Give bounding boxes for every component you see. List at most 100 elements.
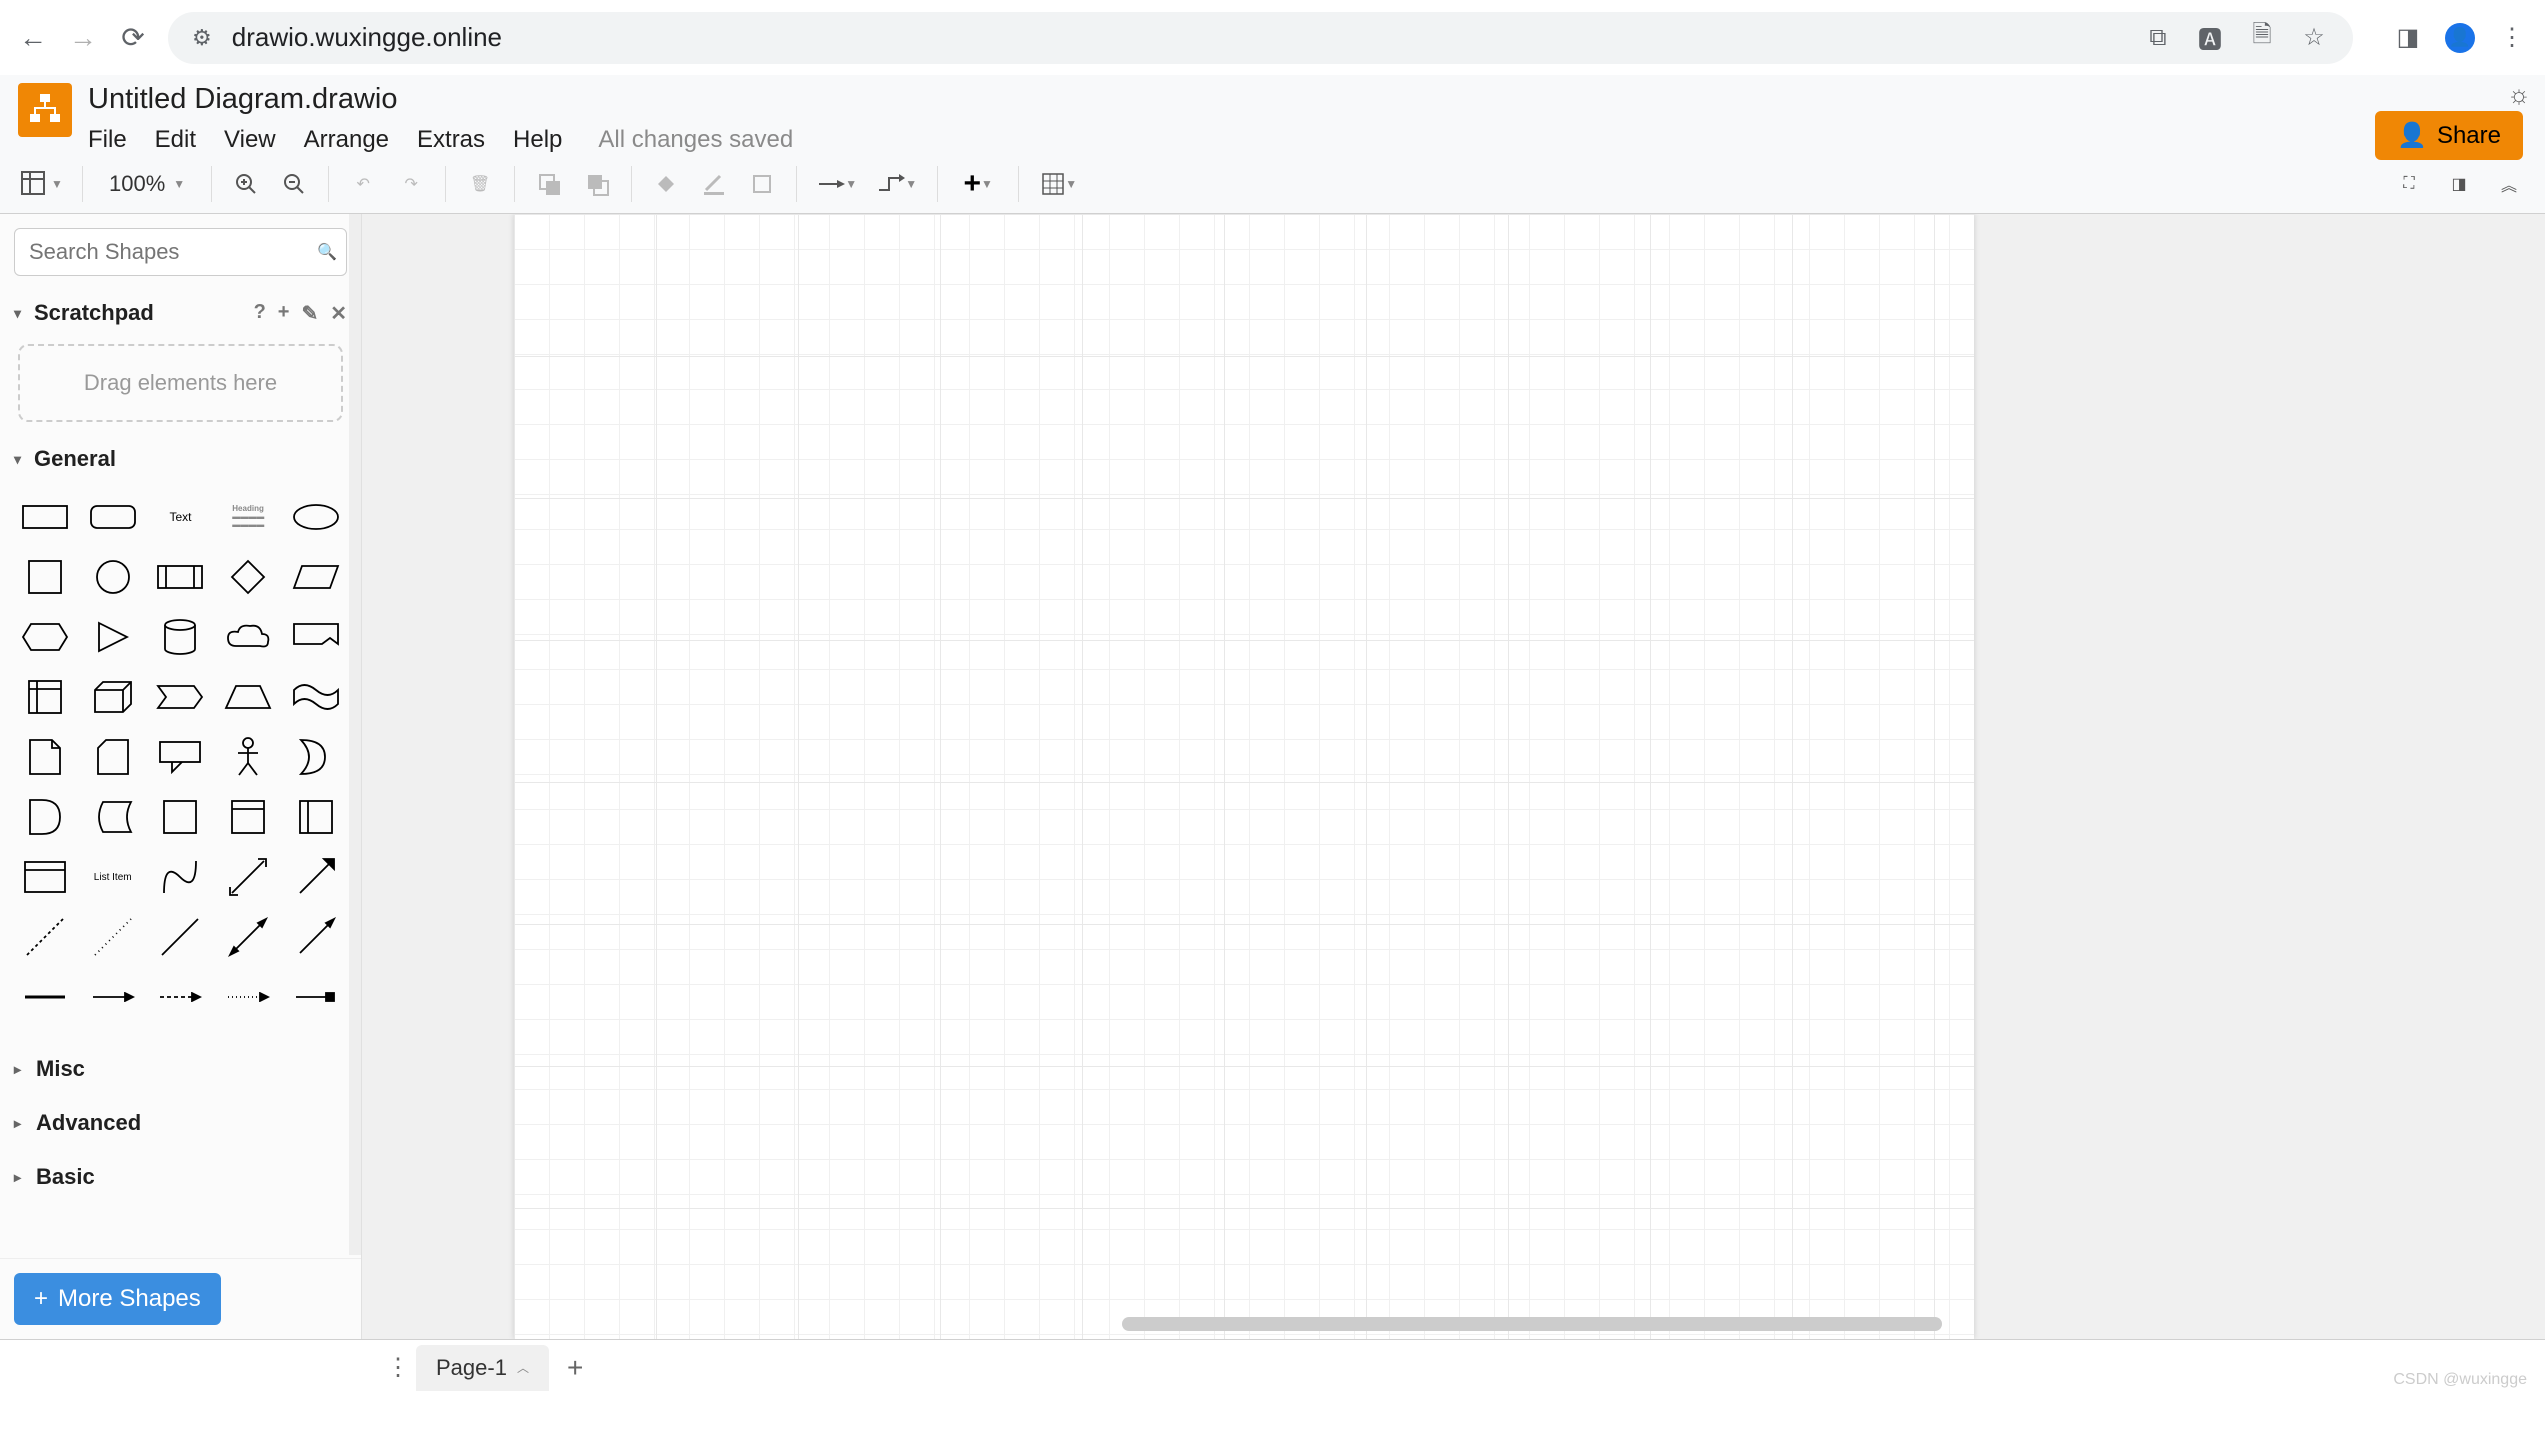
fill-color-button[interactable] (648, 166, 684, 202)
shape-callout[interactable] (150, 730, 212, 784)
fullscreen-button[interactable]: ⛶ (2391, 166, 2427, 202)
document-title[interactable]: Untitled Diagram.drawio (88, 83, 2527, 116)
shape-link-arrow[interactable] (82, 970, 144, 1024)
shape-ellipse[interactable] (285, 490, 347, 544)
shape-directional-connector[interactable] (285, 910, 347, 964)
sidepanel-icon[interactable]: ◨ (2393, 23, 2423, 53)
waypoints-button[interactable]: ▼ (873, 166, 921, 202)
add-icon[interactable]: + (278, 301, 290, 326)
search-input[interactable] (29, 239, 317, 265)
shape-line[interactable] (150, 910, 212, 964)
shape-internal-storage[interactable] (14, 670, 76, 724)
delete-button[interactable]: 🗑 (462, 166, 498, 202)
shape-hexagon[interactable] (14, 610, 76, 664)
collapse-button[interactable]: ︽ (2491, 166, 2527, 202)
search-icon[interactable]: 🔍 (317, 242, 337, 262)
app-logo[interactable] (18, 83, 72, 137)
zoom-out-button[interactable] (276, 166, 312, 202)
zoom-dropdown[interactable]: 100%▼ (99, 171, 195, 197)
shape-card[interactable] (82, 730, 144, 784)
open-external-icon[interactable]: ⧉ (2143, 23, 2173, 53)
shape-triangle[interactable] (82, 610, 144, 664)
shape-list[interactable] (14, 850, 76, 904)
shape-trapezoid[interactable] (217, 670, 279, 724)
menu-view[interactable]: View (224, 126, 276, 154)
format-panel-button[interactable]: ◨ (2441, 166, 2477, 202)
shape-textbox[interactable]: Heading▬▬▬▬▬▬▬▬ (217, 490, 279, 544)
misc-header[interactable]: ▸Misc (0, 1042, 361, 1096)
shape-link[interactable] (14, 970, 76, 1024)
scratchpad-dropzone[interactable]: Drag elements here (18, 344, 343, 422)
pages-menu-icon[interactable]: ⋮ (386, 1353, 410, 1382)
menu-edit[interactable]: Edit (155, 126, 196, 154)
shape-process[interactable] (150, 550, 212, 604)
shape-text[interactable]: Text (150, 490, 212, 544)
shape-list-item[interactable]: List Item (82, 850, 144, 904)
page-tab-1[interactable]: Page-1︿ (416, 1345, 549, 1391)
chevron-up-icon[interactable]: ︿ (517, 1359, 529, 1376)
shape-dashed-line[interactable] (14, 910, 76, 964)
table-button[interactable]: ▼ (1035, 166, 1083, 202)
menu-file[interactable]: File (88, 126, 127, 154)
to-front-button[interactable] (531, 166, 567, 202)
undo-button[interactable]: ↶ (345, 166, 381, 202)
search-shapes-field[interactable]: 🔍 (14, 228, 347, 276)
shape-and[interactable] (14, 790, 76, 844)
shape-note[interactable] (14, 730, 76, 784)
insert-button[interactable]: +▼ (954, 166, 1002, 202)
chrome-menu-icon[interactable]: ⋮ (2497, 23, 2527, 53)
shape-cloud[interactable] (217, 610, 279, 664)
profile-avatar[interactable]: 👤 (2445, 23, 2475, 53)
add-page-button[interactable]: + (567, 1352, 583, 1384)
advanced-header[interactable]: ▸Advanced (0, 1096, 361, 1150)
sidebar-scrollbar[interactable] (349, 214, 361, 1255)
shape-actor[interactable] (217, 730, 279, 784)
zoom-in-button[interactable] (228, 166, 264, 202)
shape-vertical-container[interactable] (217, 790, 279, 844)
shape-tape[interactable] (285, 670, 347, 724)
horizontal-scrollbar[interactable] (1122, 1317, 1942, 1331)
back-button[interactable]: ← (18, 23, 48, 53)
more-shapes-button[interactable]: +More Shapes (14, 1273, 221, 1325)
shape-container[interactable] (150, 790, 212, 844)
reload-button[interactable]: ⟳ (118, 23, 148, 53)
shape-step[interactable] (150, 670, 212, 724)
edit-icon[interactable]: ✎ (301, 301, 318, 326)
shape-rectangle[interactable] (14, 490, 76, 544)
shape-cube[interactable] (82, 670, 144, 724)
shape-square[interactable] (14, 550, 76, 604)
basic-header[interactable]: ▸Basic (0, 1150, 361, 1204)
site-settings-icon[interactable]: ⚙ (192, 25, 212, 51)
shadow-button[interactable] (744, 166, 780, 202)
shape-diamond[interactable] (217, 550, 279, 604)
shape-cylinder[interactable] (150, 610, 212, 664)
shape-dotted-arrow[interactable] (217, 970, 279, 1024)
connection-button[interactable]: ▼ (813, 166, 861, 202)
line-color-button[interactable] (696, 166, 732, 202)
shape-rounded-rectangle[interactable] (82, 490, 144, 544)
share-button[interactable]: 👤 Share (2375, 111, 2523, 160)
view-mode-button[interactable]: ▼ (18, 166, 66, 202)
shape-document[interactable] (285, 610, 347, 664)
shape-curve[interactable] (150, 850, 212, 904)
shape-dashed-arrow[interactable] (150, 970, 212, 1024)
close-icon[interactable]: ✕ (330, 301, 347, 326)
redo-button[interactable]: ↷ (393, 166, 429, 202)
canvas-page[interactable] (514, 214, 1974, 1339)
menu-arrange[interactable]: Arrange (304, 126, 389, 154)
shape-parallelogram[interactable] (285, 550, 347, 604)
general-header[interactable]: ▾ General (0, 436, 361, 482)
shape-or[interactable] (285, 730, 347, 784)
forward-button[interactable]: → (68, 23, 98, 53)
to-back-button[interactable] (579, 166, 615, 202)
theme-toggle-icon[interactable]: ☼ (2507, 79, 2531, 110)
shape-arrow[interactable] (285, 850, 347, 904)
canvas-area[interactable] (362, 214, 2545, 1339)
address-bar[interactable]: ⚙ drawio.wuxingge.online ⧉ 🅰 🗎 ☆ (168, 12, 2353, 64)
help-icon[interactable]: ? (254, 301, 266, 326)
shape-dotted-line[interactable] (82, 910, 144, 964)
reader-icon[interactable]: 🗎 (2247, 23, 2277, 53)
shape-bidirectional-arrow[interactable] (217, 850, 279, 904)
translate-icon[interactable]: 🅰 (2195, 23, 2225, 53)
scratchpad-header[interactable]: ▾ Scratchpad ? + ✎ ✕ (0, 290, 361, 336)
